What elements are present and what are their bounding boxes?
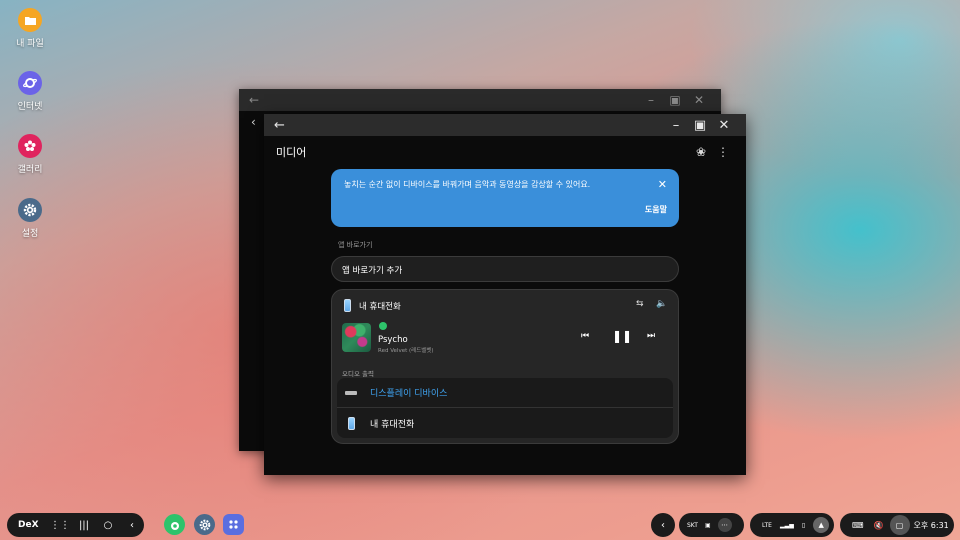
page-title: 미디어 xyxy=(276,146,307,159)
previous-track-icon[interactable]: ⏮ xyxy=(581,331,589,341)
pause-button[interactable]: ❚❚ xyxy=(612,329,632,343)
info-banner: 놓치는 순간 없이 디바이스를 바꿔가며 음악과 동영상을 감상할 수 있어요.… xyxy=(331,169,679,227)
maximize-icon[interactable]: ▣ xyxy=(688,118,712,133)
signal-icon: ▂▃▅ xyxy=(779,521,794,529)
quick-panel-up-icon[interactable]: ▲ xyxy=(813,517,830,533)
device-name: 내 휴대전화 xyxy=(359,301,401,312)
settings-icon[interactable] xyxy=(194,514,215,535)
background-window-titlebar[interactable]: ← – ▣ ✕ xyxy=(239,89,721,111)
shortcuts-section-label: 앱 바로가기 xyxy=(338,241,373,249)
screenshot-icon[interactable]: ▢ xyxy=(889,515,910,535)
display-icon xyxy=(345,390,357,395)
mute-icon[interactable]: 🔇 xyxy=(874,521,884,530)
more-options-icon[interactable]: ⋮ xyxy=(712,145,734,159)
image-notification-icon: ▣ xyxy=(704,521,711,529)
settings-gear-icon[interactable]: ❀ xyxy=(690,145,712,159)
music-app-icon xyxy=(379,322,387,330)
close-icon[interactable]: ✕ xyxy=(687,93,711,107)
music-app-icon[interactable] xyxy=(164,514,185,535)
desktop-icon-my-files[interactable]: 내 파일 xyxy=(6,8,54,49)
audio-output-label: 오디오 출력 xyxy=(342,370,374,378)
status-tray[interactable]: LTE ▂▃▅ ▯ ▲ xyxy=(750,513,834,537)
album-art xyxy=(342,323,371,352)
device-header: 내 휴대전화 xyxy=(344,299,401,312)
add-shortcut-button[interactable]: 앱 바로가기 추가 xyxy=(331,256,679,282)
desktop-icon-gallery[interactable]: 갤러리 xyxy=(6,134,54,175)
notification-tray[interactable]: SKT ▣ ⋯ xyxy=(679,513,744,537)
apps-grid-icon[interactable]: ⋮⋮ xyxy=(48,520,72,531)
artist-name: Red Velvet (레드벨벳) xyxy=(378,348,434,354)
carrier-label: SKT xyxy=(687,521,698,529)
battery-icon: ▯ xyxy=(801,521,806,529)
back-arrow-icon[interactable]: ← xyxy=(274,118,285,133)
phone-icon xyxy=(348,416,355,430)
desktop-icon-label: 내 파일 xyxy=(16,39,44,49)
gallery-icon xyxy=(18,134,42,158)
output-option-my-phone[interactable]: 내 휴대전화 xyxy=(337,408,673,438)
home-icon[interactable]: ○ xyxy=(96,520,120,531)
back-arrow-icon[interactable]: ← xyxy=(249,93,259,107)
maximize-icon[interactable]: ▣ xyxy=(663,93,687,107)
close-icon[interactable]: ✕ xyxy=(712,118,736,133)
volume-icon[interactable]: 🔈 xyxy=(656,299,667,309)
dex-button[interactable]: DeX xyxy=(18,520,48,530)
settings-icon xyxy=(18,198,42,222)
keyboard-icon[interactable]: ⌨ xyxy=(852,521,864,530)
output-option-display-device[interactable]: 디스플레이 디바이스 xyxy=(337,378,673,408)
media-player-card: 내 휴대전화 ⇆ 🔈 Psycho Red Velvet (레드벨벳) ⏮ ❚❚… xyxy=(331,289,679,444)
close-banner-icon[interactable]: ✕ xyxy=(658,178,667,191)
banner-message: 놓치는 순간 없이 디바이스를 바꿔가며 음악과 동영상을 감상할 수 있어요. xyxy=(344,180,591,189)
collapse-tray-icon[interactable]: ‹ xyxy=(651,513,675,537)
desktop-icon-settings[interactable]: 설정 xyxy=(6,198,54,239)
media-window[interactable]: ← – ▣ ✕ 미디어 ❀ ⋮ 놓치는 순간 없이 디바이스를 바꿔가며 음악과… xyxy=(264,114,746,475)
media-window-titlebar[interactable]: ← – ▣ ✕ xyxy=(264,114,746,136)
minimize-icon[interactable]: – xyxy=(664,118,688,133)
minimize-icon[interactable]: – xyxy=(639,93,663,107)
desktop-icon-label: 갤러리 xyxy=(17,165,43,175)
desktop-icon-label: 설정 xyxy=(21,229,39,239)
more-notifications-icon[interactable]: ⋯ xyxy=(717,518,732,532)
next-track-icon[interactable]: ⏭ xyxy=(647,331,655,341)
output-option-label: 내 휴대전화 xyxy=(370,419,415,430)
recent-apps-icon[interactable]: ||| xyxy=(72,520,96,531)
folder-icon xyxy=(18,8,42,32)
back-icon[interactable]: ‹ xyxy=(120,520,144,531)
network-label: LTE xyxy=(762,521,772,529)
phone-icon xyxy=(344,299,351,312)
dex-navigation-bar: DeX ⋮⋮ ||| ○ ‹ xyxy=(7,513,144,537)
output-option-label: 디스플레이 디바이스 xyxy=(370,389,448,399)
help-link[interactable]: 도움말 xyxy=(645,204,667,215)
song-title: Psycho xyxy=(378,335,408,345)
clock: 오후 6:31 xyxy=(913,520,949,530)
system-tray[interactable]: ⌨ 🔇 ▢ 오후 6:31 xyxy=(840,513,954,537)
internet-icon xyxy=(18,71,42,95)
apps-icon[interactable] xyxy=(223,514,244,535)
sync-icon[interactable]: ⇆ xyxy=(636,299,644,309)
desktop-icon-internet[interactable]: 인터넷 xyxy=(6,71,54,112)
desktop-icon-label: 인터넷 xyxy=(17,102,43,112)
audio-output-list: 디스플레이 디바이스 내 휴대전화 xyxy=(337,378,673,438)
